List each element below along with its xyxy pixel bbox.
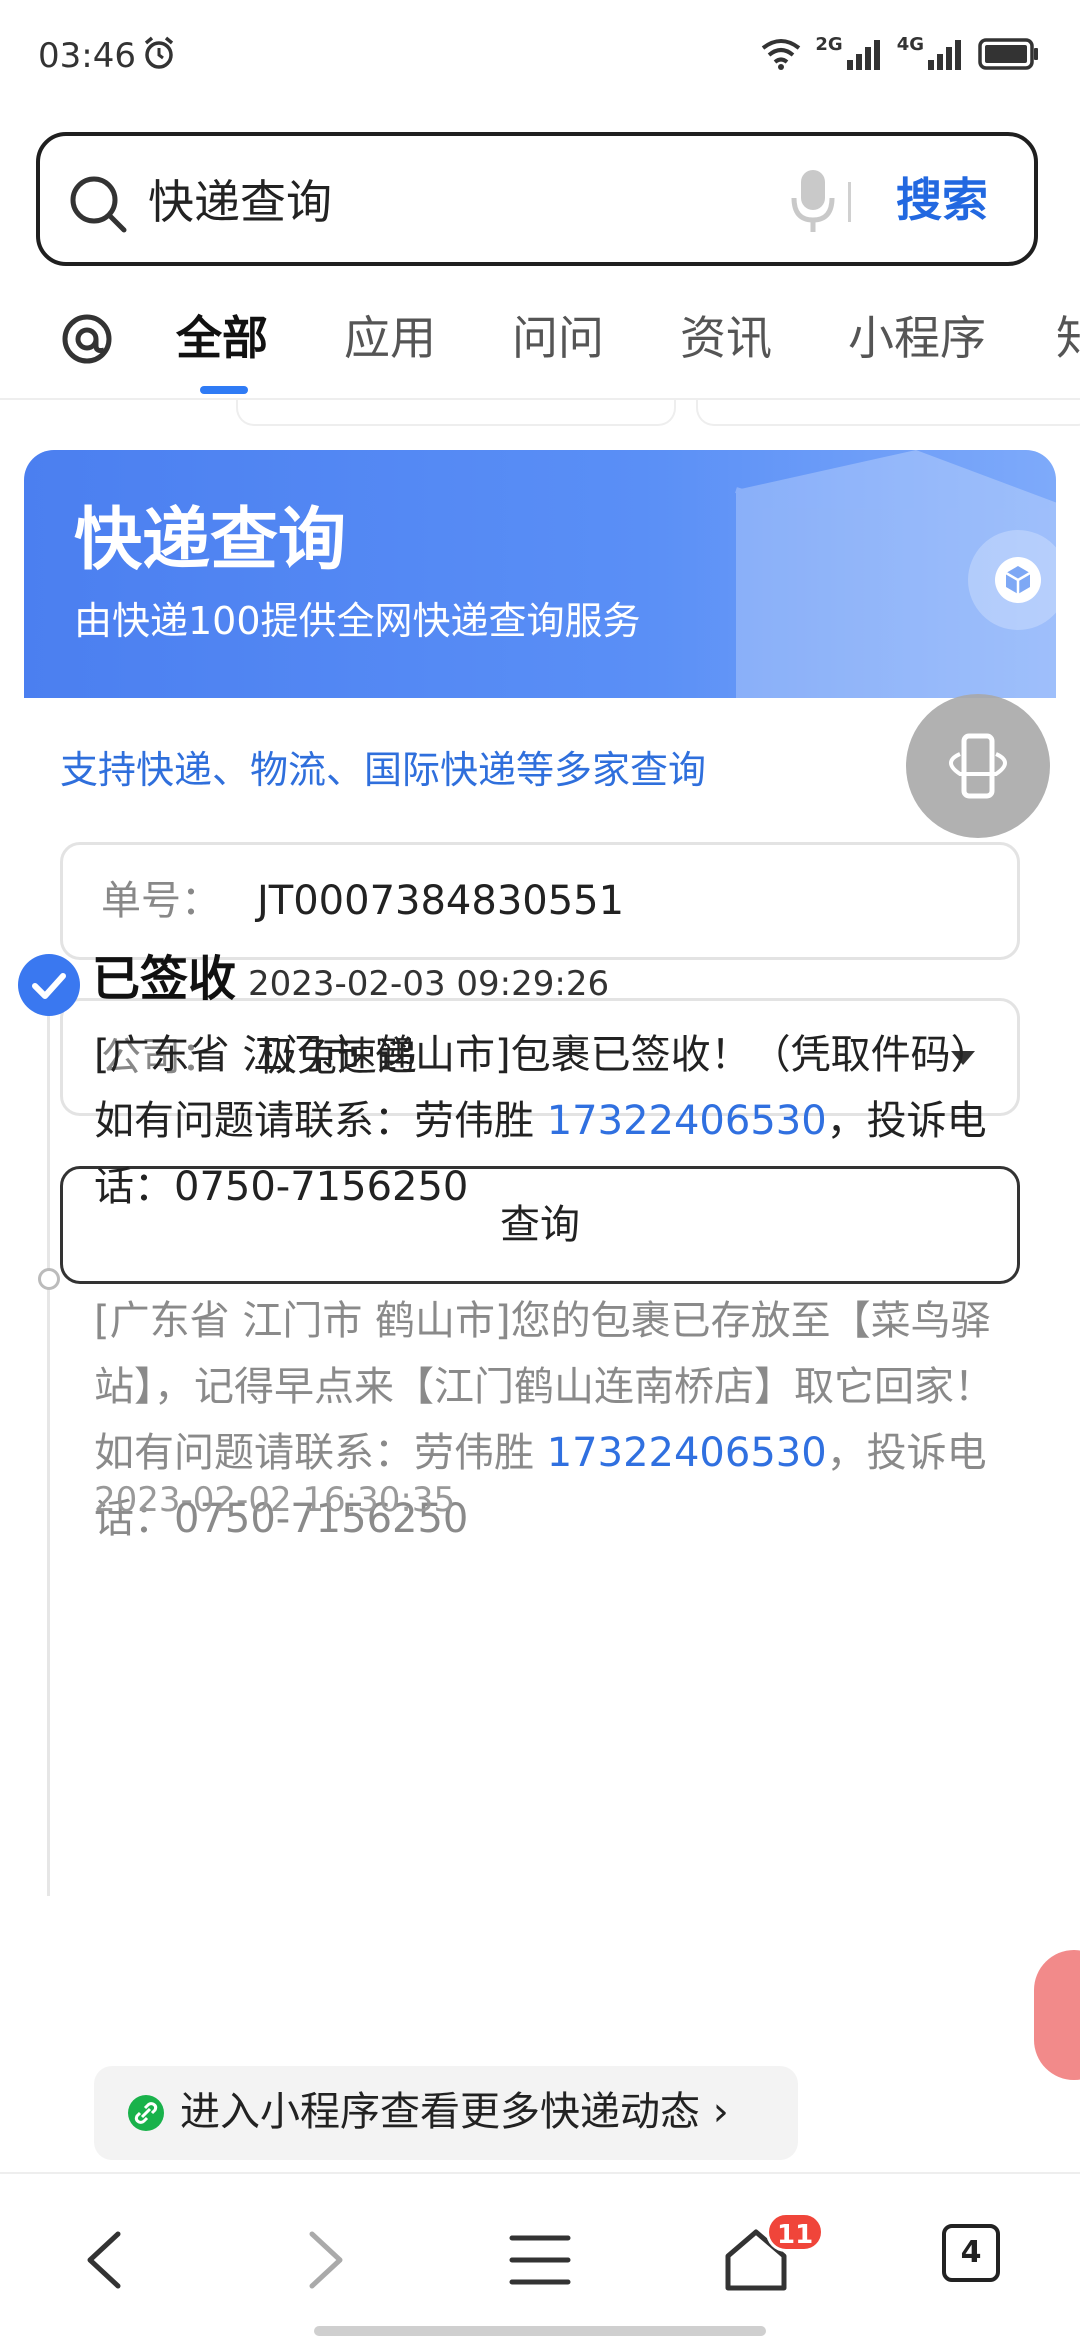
search-input[interactable]: 快递查询: [148, 170, 332, 234]
phone-link[interactable]: 17322406530: [547, 1098, 827, 1144]
chevron-right-icon: ›: [712, 2089, 729, 2135]
network-type-2g: 2G: [815, 33, 843, 55]
link-icon: [134, 2102, 158, 2124]
timeline-line: [47, 966, 50, 1896]
card-subtitle: 由快递100提供全网快递查询服务: [74, 599, 641, 643]
floating-phone-button[interactable]: [906, 694, 1050, 838]
status-icons: 2G 4G: [761, 34, 1040, 74]
status-bar: 03:46 2G 4G: [0, 0, 1080, 110]
search-button[interactable]: 搜索: [896, 168, 988, 232]
support-description: 支持快递、物流、国际快递等多家查询: [60, 748, 707, 792]
tab-apps[interactable]: 应用: [344, 306, 436, 370]
search-divider: [848, 182, 851, 222]
forward-icon[interactable]: [284, 2220, 364, 2300]
search-bar[interactable]: 快递查询 搜索: [36, 132, 1038, 266]
open-mini-program-button[interactable]: 进入小程序查看更多快递动态 ›: [94, 2066, 798, 2160]
tab-all[interactable]: 全部: [176, 306, 268, 370]
notification-badge: 11: [766, 2212, 825, 2252]
delivery-status-time: 2023-02-03 09:29:26: [248, 964, 610, 1004]
phone-link[interactable]: 17322406530: [547, 1430, 827, 1476]
card-header: 快递查询 由快递100提供全网快递查询服务: [24, 450, 1056, 698]
at-icon[interactable]: [60, 312, 114, 366]
status-time: 03:46: [38, 36, 136, 76]
signal-icon: [846, 40, 880, 70]
phone-rotate-icon: [949, 733, 1007, 799]
tab-mini-programs[interactable]: 小程序: [848, 306, 986, 370]
tab-knowledge[interactable]: 知: [1056, 306, 1080, 370]
floating-mascot-icon[interactable]: [1034, 1950, 1080, 2080]
mini-program-text: 进入小程序查看更多快递动态: [180, 2089, 700, 2135]
tab-ask[interactable]: 问问: [512, 306, 604, 370]
alarm-icon: [144, 36, 174, 69]
mini-program-label: 进入小程序查看更多快递动态 ›: [180, 2084, 729, 2140]
checkmark-icon: [32, 973, 66, 999]
card-title: 快递查询: [74, 501, 347, 580]
previous-card-edge: [696, 400, 1080, 426]
tracking-number-label: 单号：: [101, 878, 221, 924]
previous-card-edge: [236, 400, 676, 426]
tabs-count-button[interactable]: 4: [942, 2224, 1000, 2282]
home-indicator[interactable]: [314, 2326, 766, 2336]
battery-icon: [978, 38, 1038, 70]
bottom-navigation: 11: [0, 2172, 1080, 2340]
check-circle-icon: [18, 954, 80, 1016]
signal-icon: [928, 40, 961, 70]
network-type-4g: 4G: [896, 33, 924, 55]
tracking-number-input[interactable]: JT0007384830551: [257, 873, 624, 929]
tracking-number-field[interactable]: 单号： JT0007384830551: [60, 842, 1020, 960]
microphone-icon[interactable]: [788, 166, 838, 236]
timeline-dot: [38, 1268, 60, 1290]
delivery-status: 已签收: [92, 951, 237, 1007]
back-icon[interactable]: [66, 2220, 146, 2300]
tab-news[interactable]: 资讯: [680, 306, 772, 370]
timeline-entry-time: 2023-02-02 16:30:35: [94, 1480, 456, 1520]
mini-program-icon: [128, 2095, 164, 2131]
menu-icon[interactable]: [500, 2220, 580, 2300]
wifi-icon: [762, 39, 801, 70]
cube-icon-glyph: [995, 557, 1041, 603]
active-tab-indicator: [200, 386, 248, 394]
search-icon: [70, 176, 127, 233]
timeline-entry-signed: [广东省 江门市 鹤山市]包裹已签收！（凭取件码）如有问题请联系：劳伟胜 173…: [94, 1022, 1020, 1220]
category-tabs: 全部 应用 问问 资讯 小程序 知: [0, 300, 1080, 400]
